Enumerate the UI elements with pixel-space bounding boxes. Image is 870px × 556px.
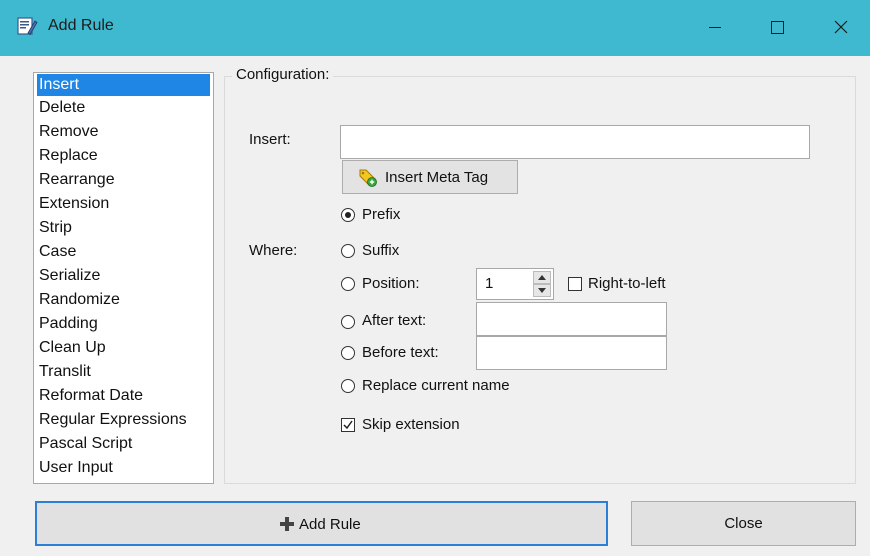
spin-up-button[interactable] (533, 271, 551, 284)
insert-meta-tag-button[interactable]: Insert Meta Tag (342, 160, 518, 194)
prefix-label[interactable]: Prefix (362, 206, 400, 223)
close-window-button[interactable] (810, 0, 870, 56)
position-label[interactable]: Position: (362, 275, 420, 292)
rule-item[interactable]: Reformat Date (34, 384, 213, 408)
add-rule-label: Add Rule (299, 516, 361, 533)
right-to-left-label[interactable]: Right-to-left (588, 275, 666, 292)
configuration-legend: Configuration: (232, 66, 334, 83)
close-icon (834, 20, 848, 34)
rule-item[interactable]: Extension (34, 192, 213, 216)
rule-item[interactable]: Serialize (34, 264, 213, 288)
rule-item[interactable]: Translit (34, 360, 213, 384)
rule-item[interactable]: Rearrange (34, 168, 213, 192)
position-radio[interactable] (341, 277, 355, 291)
rule-item[interactable]: Replace (34, 144, 213, 168)
rename-icon (16, 15, 38, 37)
position-spinner[interactable]: 1 (476, 268, 554, 300)
replace-name-radio[interactable] (341, 379, 355, 393)
skip-extension-checkbox[interactable] (341, 418, 355, 432)
spin-down-button[interactable] (533, 284, 551, 297)
before-text-input[interactable] (476, 336, 667, 370)
right-to-left-checkbox[interactable] (568, 277, 582, 291)
rule-item[interactable]: Remove (34, 120, 213, 144)
position-value: 1 (485, 275, 494, 292)
arrow-up-icon (538, 275, 546, 280)
insert-text-input[interactable] (340, 125, 810, 159)
title-bar[interactable]: Add Rule (0, 0, 870, 56)
meta-tag-icon (357, 168, 379, 192)
rule-item[interactable]: Case (34, 240, 213, 264)
add-rule-button[interactable]: Add Rule (35, 501, 608, 546)
skip-extension-label[interactable]: Skip extension (362, 416, 460, 433)
after-text-radio[interactable] (341, 315, 355, 329)
rule-item[interactable]: Pascal Script (34, 432, 213, 456)
maximize-icon (771, 21, 784, 34)
rule-item[interactable]: Randomize (34, 288, 213, 312)
suffix-label[interactable]: Suffix (362, 242, 399, 259)
minimize-button[interactable] (685, 0, 745, 56)
arrow-down-icon (538, 288, 546, 293)
window-title: Add Rule (48, 17, 114, 34)
insert-label: Insert: (249, 131, 291, 148)
rule-item[interactable]: Insert (37, 74, 210, 96)
where-label: Where: (249, 242, 298, 259)
maximize-button[interactable] (747, 0, 807, 56)
close-button[interactable]: Close (631, 501, 856, 546)
before-text-radio[interactable] (341, 346, 355, 360)
after-text-input[interactable] (476, 302, 667, 336)
before-text-label[interactable]: Before text: (362, 344, 439, 361)
rule-item[interactable]: User Input (34, 456, 213, 480)
rule-type-list[interactable]: Insert Delete Remove Replace Rearrange Extens… (33, 72, 214, 484)
insert-meta-tag-label: Insert Meta Tag (385, 169, 489, 186)
checkmark-icon (343, 420, 353, 430)
close-label: Close (724, 515, 763, 532)
rule-item[interactable]: Strip (34, 216, 213, 240)
prefix-radio[interactable] (341, 208, 355, 222)
suffix-radio[interactable] (341, 244, 355, 258)
rule-item[interactable]: Clean Up (34, 336, 213, 360)
rule-item[interactable]: Delete (34, 96, 213, 120)
replace-name-label[interactable]: Replace current name (362, 377, 510, 394)
rule-item[interactable]: Regular Expressions (34, 408, 213, 432)
rule-item[interactable]: Padding (34, 312, 213, 336)
minimize-icon (709, 27, 721, 28)
after-text-label[interactable]: After text: (362, 312, 426, 329)
plus-icon (280, 517, 294, 535)
